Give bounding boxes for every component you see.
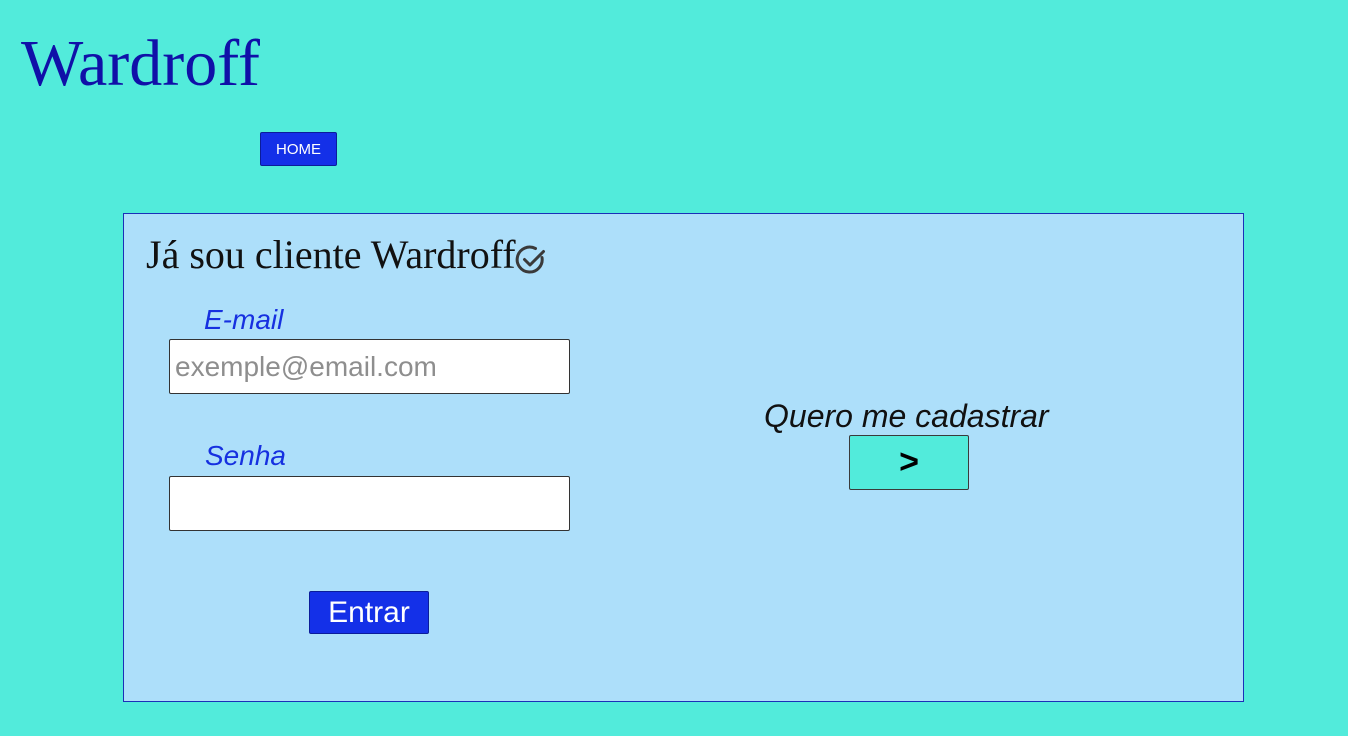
check-circle-icon: [514, 239, 548, 274]
email-label: E-mail: [204, 304, 284, 335]
home-button[interactable]: HOME: [260, 132, 337, 166]
login-submit-button[interactable]: Entrar: [309, 591, 429, 634]
login-panel: Já sou cliente Wardroff E-mail Senha Ent…: [123, 213, 1244, 702]
register-prompt-text: Quero me cadastrar: [764, 398, 1049, 434]
login-title: Já sou cliente Wardroff: [146, 230, 548, 280]
email-input[interactable]: [169, 339, 570, 394]
brand-logo-text: Wardroff: [21, 27, 261, 100]
password-label: Senha: [205, 440, 286, 471]
register-button[interactable]: >: [849, 435, 969, 490]
login-title-text: Já sou cliente Wardroff: [146, 232, 516, 277]
password-input[interactable]: [169, 476, 570, 531]
